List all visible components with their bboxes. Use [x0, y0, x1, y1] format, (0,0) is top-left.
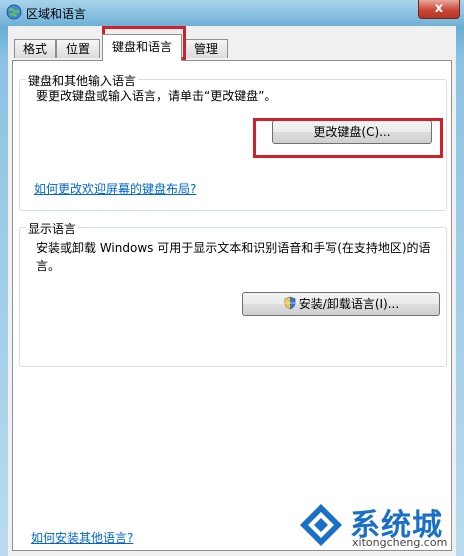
title-bar[interactable]: 区域和语言 x: [0, 0, 464, 26]
keyboard-group-title: 键盘和其他输入语言: [26, 72, 139, 89]
install-languages-help-link[interactable]: 如何安装其他语言?: [31, 529, 133, 546]
tab-panel: 键盘和其他输入语言 要更改键盘或输入语言，请单击“更改键盘”。 更改键盘(C).…: [12, 61, 452, 551]
watermark-url: xitongcheng.com: [352, 536, 448, 549]
uac-shield-icon: [284, 296, 296, 310]
keyboard-group: 键盘和其他输入语言 要更改键盘或输入语言，请单击“更改键盘”。 更改键盘(C).…: [19, 72, 447, 211]
install-uninstall-languages-button[interactable]: 安装/卸载语言(I)...: [242, 292, 440, 316]
region-language-window: 区域和语言 x 格式 位置 键盘和语言 管理 键盘和其他输入语言 要更改键盘或输…: [0, 0, 464, 556]
globe-icon: [6, 4, 22, 20]
watermark-logo-icon: [300, 504, 342, 546]
keyboard-description: 要更改键盘或输入语言，请单击“更改键盘”。: [36, 89, 277, 103]
keyboard-layout-help-link[interactable]: 如何更改欢迎屏幕的键盘布局?: [34, 180, 196, 197]
display-description-line2: 言。: [36, 259, 61, 273]
tab-location[interactable]: 位置: [56, 39, 100, 58]
close-button[interactable]: x: [418, 0, 460, 19]
install-button-label: 安装/卸载语言(I)...: [298, 297, 400, 311]
display-group-title: 显示语言: [26, 220, 79, 237]
change-keyboards-button[interactable]: 更改键盘(C)...: [272, 120, 432, 144]
dialog-client: 格式 位置 键盘和语言 管理 键盘和其他输入语言 要更改键盘或输入语言，请单击“…: [8, 26, 456, 556]
tab-keyboards-languages[interactable]: 键盘和语言: [102, 34, 182, 61]
display-description-line1: 安装或卸载 Windows 可用于显示文本和识别语音和手写(在支持地区)的语: [36, 241, 431, 255]
display-language-group: 显示语言 安装或卸载 Windows 可用于显示文本和识别语音和手写(在支持地区…: [19, 220, 447, 367]
tab-administrative[interactable]: 管理: [184, 39, 228, 58]
tab-strip: 格式 位置 键盘和语言 管理: [12, 34, 452, 61]
watermark: 系统城 xitongcheng.com: [292, 496, 452, 554]
tab-formats[interactable]: 格式: [14, 39, 56, 58]
window-title: 区域和语言: [26, 7, 87, 21]
